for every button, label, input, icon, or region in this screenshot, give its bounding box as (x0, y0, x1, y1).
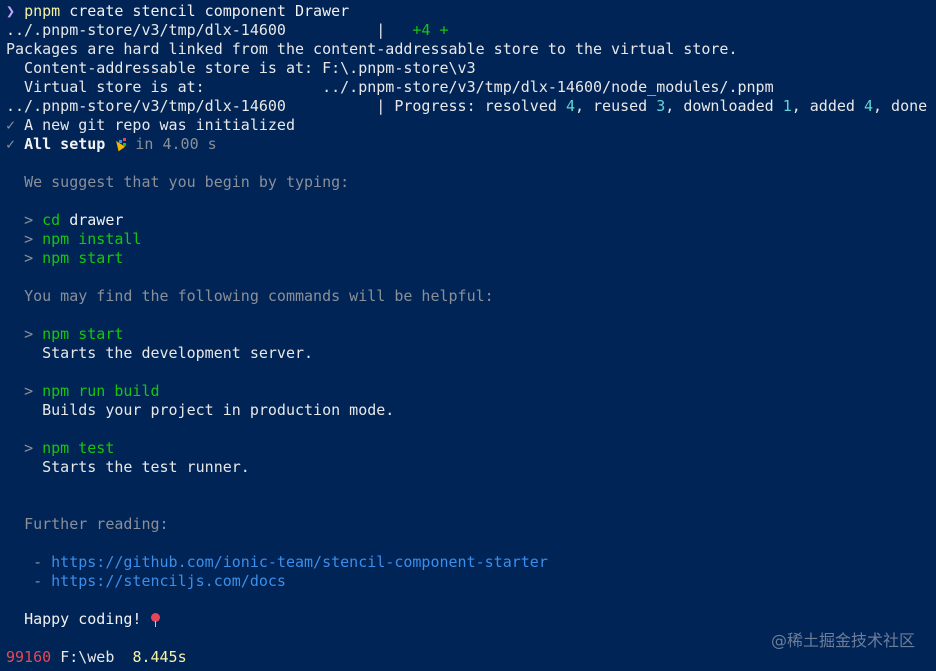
reading-link-2: - https://stenciljs.com/docs (6, 572, 936, 591)
command-duration: 8.445s (132, 648, 187, 666)
progress-line-2: ../.pnpm-store/v3/tmp/dlx-14600 | Progre… (6, 97, 936, 116)
current-directory: F:\web (60, 648, 115, 666)
reused-label: , reused (574, 97, 657, 115)
link-github[interactable]: https://github.com/ionic-team/stencil-co… (51, 553, 548, 571)
caret-icon: > (24, 230, 34, 248)
command-name: pnpm (24, 2, 61, 20)
prompt-line: ❯ pnpm create stencil component Drawer (6, 2, 936, 21)
happy-coding: Happy coding! (24, 610, 142, 628)
helpful-cmd-test: > npm test (6, 439, 936, 458)
all-setup-label: All setup (24, 135, 106, 153)
terminal-output: ❯ pnpm create stencil component Drawer .… (6, 2, 936, 629)
progress-separator: | (376, 21, 386, 39)
suggest-cmd-start: > npm start (6, 249, 936, 268)
command-args: create stencil component Drawer (69, 2, 350, 20)
prompt-arrow-icon: ❯ (6, 2, 16, 20)
helpful-heading: You may find the following commands will… (24, 287, 494, 305)
content-store-label: Content-addressable store is at: (6, 59, 323, 77)
cmd-text: npm test (42, 439, 115, 457)
check-icon: ✓ (6, 116, 16, 134)
progress-path: ../.pnpm-store/v3/tmp/dlx-14600 (6, 21, 286, 39)
process-id: 99160 (6, 648, 52, 666)
caret-icon: > (24, 211, 34, 229)
reading-heading: Further reading: (24, 515, 169, 533)
cmd-text: npm start (42, 325, 124, 343)
suggest-cmd-cd: > cd drawer (6, 211, 936, 230)
git-init-message: A new git repo was initialized (24, 116, 295, 134)
downloaded-label: , downloaded (665, 97, 783, 115)
content-store-value: F:\.pnpm-store\v3 (322, 59, 476, 77)
cmd-text: npm run build (42, 382, 160, 400)
suggest-heading: We suggest that you begin by typing: (24, 173, 350, 191)
party-popper-icon (114, 138, 127, 150)
caret-icon: > (24, 249, 34, 267)
reused-count: 3 (656, 97, 666, 115)
helpful-cmd-build: > npm run build (6, 382, 936, 401)
virtual-store-line: Virtual store is at: ../.pnpm-store/v3/t… (6, 78, 936, 97)
link-docs[interactable]: https://stenciljs.com/docs (51, 572, 286, 590)
check-icon: ✓ (6, 135, 16, 153)
progress-added: +4 + (412, 21, 449, 39)
added-count: 4 (863, 97, 873, 115)
cmd-description: Starts the test runner. (42, 458, 250, 476)
cmd-arg: drawer (69, 211, 124, 229)
virtual-store-value: ../.pnpm-store/v3/tmp/dlx-14600/node_mod… (322, 78, 774, 96)
progress-line-1: ../.pnpm-store/v3/tmp/dlx-14600 | +4 + (6, 21, 936, 40)
status-line: 99160 F:\web 8.445s (6, 648, 187, 667)
downloaded-count: 1 (782, 97, 792, 115)
progress-separator: | (376, 97, 386, 115)
content-store-line: Content-addressable store is at: F:\.pnp… (6, 59, 936, 78)
added-label: , added (791, 97, 864, 115)
cmd-text: npm install (42, 230, 142, 248)
all-setup-line: ✓ All setup in 4.00 s (6, 135, 936, 154)
cmd-name: cd (42, 211, 61, 229)
reading-heading-line: Further reading: (6, 515, 936, 534)
cmd-description: Starts the development server. (42, 344, 314, 362)
hardlink-notice: Packages are hard linked from the conten… (6, 40, 738, 58)
pushpin-icon (150, 613, 160, 627)
helpful-desc-build: Builds your project in production mode. (6, 401, 936, 420)
dash-icon: - (33, 553, 43, 571)
helpful-cmd-start: > npm start (6, 325, 936, 344)
helpful-desc-start: Starts the development server. (6, 344, 936, 363)
caret-icon: > (24, 439, 34, 457)
setup-elapsed: in 4.00 s (135, 135, 217, 153)
cmd-text: npm start (42, 249, 124, 267)
helpful-desc-test: Starts the test runner. (6, 458, 936, 477)
progress-label: Progress: resolved (394, 97, 566, 115)
watermark: @稀土掘金技术社区 (770, 631, 915, 650)
reading-link-1: - https://github.com/ionic-team/stencil-… (6, 553, 936, 572)
caret-icon: > (24, 382, 34, 400)
cmd-description: Builds your project in production mode. (42, 401, 395, 419)
suggest-cmd-install: > npm install (6, 230, 936, 249)
suggest-heading-line: We suggest that you begin by typing: (6, 173, 936, 192)
progress-path: ../.pnpm-store/v3/tmp/dlx-14600 (6, 97, 286, 115)
virtual-store-label: Virtual store is at: (6, 78, 323, 96)
dash-icon: - (33, 572, 43, 590)
done-label: , done (873, 97, 928, 115)
resolved-count: 4 (565, 97, 575, 115)
git-init-line: ✓ A new git repo was initialized (6, 116, 936, 135)
helpful-heading-line: You may find the following commands will… (6, 287, 936, 306)
caret-icon: > (24, 325, 34, 343)
